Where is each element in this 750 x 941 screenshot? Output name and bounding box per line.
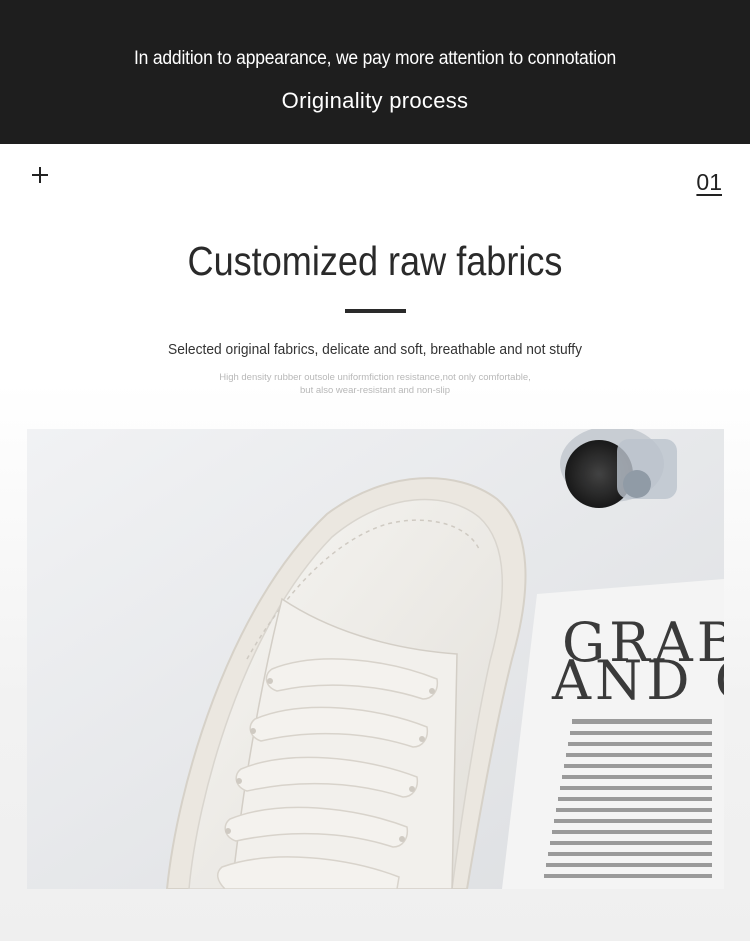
detail-line-1: High density rubber outsole uniformficti… [219, 372, 531, 383]
magazine: GRAB AND C [502, 579, 724, 889]
banner-subtitle: In addition to appearance, we pay more a… [133, 48, 617, 69]
plus-icon[interactable] [29, 164, 51, 186]
product-photo: GRAB AND C [27, 429, 724, 889]
section-heading: Customized raw fabrics [187, 238, 563, 284]
heading-divider [345, 309, 406, 313]
top-banner: In addition to appearance, we pay more a… [0, 0, 750, 144]
section-tagline: Selected original fabrics, delicate and … [167, 341, 582, 358]
section-detail: High density rubber outsole uniformficti… [0, 371, 750, 397]
sneaker-illustration: GRAB AND C [27, 429, 724, 889]
caster-wheel [560, 429, 677, 508]
section-number: 01 [696, 169, 722, 195]
detail-line-2: but also wear-resistant and non-slip [300, 385, 450, 396]
magazine-line-2: AND C [551, 649, 724, 712]
banner-title: Originality process [281, 88, 469, 113]
